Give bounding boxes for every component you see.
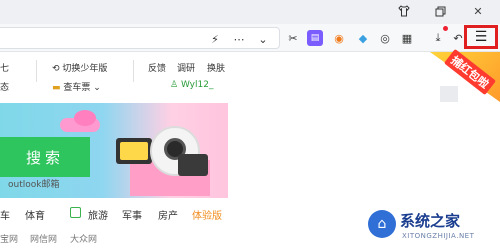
eye-icon[interactable]: ◎ <box>377 30 393 46</box>
watermark-title: 系统之家 <box>400 212 461 230</box>
feedback-link[interactable]: 反馈 <box>148 61 166 74</box>
search-button[interactable]: 搜索 <box>0 137 90 177</box>
notepad-icon[interactable]: ▤ <box>307 30 323 46</box>
banner-decoration <box>74 110 96 126</box>
title-bar: ✕ <box>0 0 500 24</box>
bottom-link[interactable]: 大众网 <box>70 232 97 245</box>
bird-icon[interactable]: ◆ <box>355 30 371 46</box>
travel-icon <box>70 207 81 218</box>
restore-icon[interactable] <box>432 3 448 19</box>
scroll-stub <box>440 86 458 102</box>
watermark-subtitle: XITONGZHIJIA.NET <box>402 232 475 240</box>
menu-icon[interactable]: ☰ <box>464 25 498 49</box>
category-item[interactable]: 军事 <box>122 207 142 222</box>
notification-dot <box>443 26 448 31</box>
train-tickets-link[interactable]: ▬ 查车票 ⌄ <box>52 80 101 93</box>
bottom-link[interactable]: 网信网 <box>30 232 57 245</box>
skin-link[interactable]: 换肤 <box>207 61 225 74</box>
more-icon[interactable]: ⋯ <box>232 32 246 46</box>
user-link[interactable]: ♙ Wyl12_ <box>170 80 213 90</box>
close-icon[interactable]: ✕ <box>470 3 486 19</box>
category-item[interactable]: 旅游 <box>88 207 108 222</box>
category-item-highlight[interactable]: 体验版 <box>192 207 222 222</box>
bolt-icon[interactable]: ⚡ <box>208 32 222 46</box>
address-bar[interactable]: ⚡ ⋯ ⌄ <box>0 27 280 49</box>
download-icon[interactable]: ⤓ <box>430 30 446 46</box>
bottom-link[interactable]: 宝网 <box>0 232 18 245</box>
banner-device-screen <box>120 142 148 160</box>
nav-fragment-1: 七 <box>0 64 10 74</box>
game-icon[interactable]: ◉ <box>331 30 347 46</box>
category-item[interactable]: 房产 <box>158 207 178 222</box>
banner-device <box>178 154 208 176</box>
toolbar: ⚡ ⋯ ⌄ ✂ ▤ ◉ ◆ ◎ ▦ ⤓ ↶ <box>0 24 500 52</box>
apps-icon[interactable]: ▦ <box>399 30 415 46</box>
scissors-icon[interactable]: ✂ <box>285 30 301 46</box>
chevron-down-icon[interactable]: ⌄ <box>256 32 270 46</box>
switch-youth-link[interactable]: ⟲ 切换少年版 <box>52 61 107 74</box>
shirt-icon[interactable] <box>396 3 412 19</box>
watermark-logo-icon: ⌂ <box>368 210 396 238</box>
category-item[interactable]: 体育 <box>25 207 45 222</box>
nav-fragment-2: 态 <box>0 83 10 93</box>
survey-link[interactable]: 调研 <box>177 61 195 74</box>
divider <box>133 60 134 82</box>
category-item[interactable]: 车 <box>0 207 10 222</box>
divider <box>36 60 37 82</box>
outlook-mail-link[interactable]: outlook邮箱 <box>8 177 59 190</box>
